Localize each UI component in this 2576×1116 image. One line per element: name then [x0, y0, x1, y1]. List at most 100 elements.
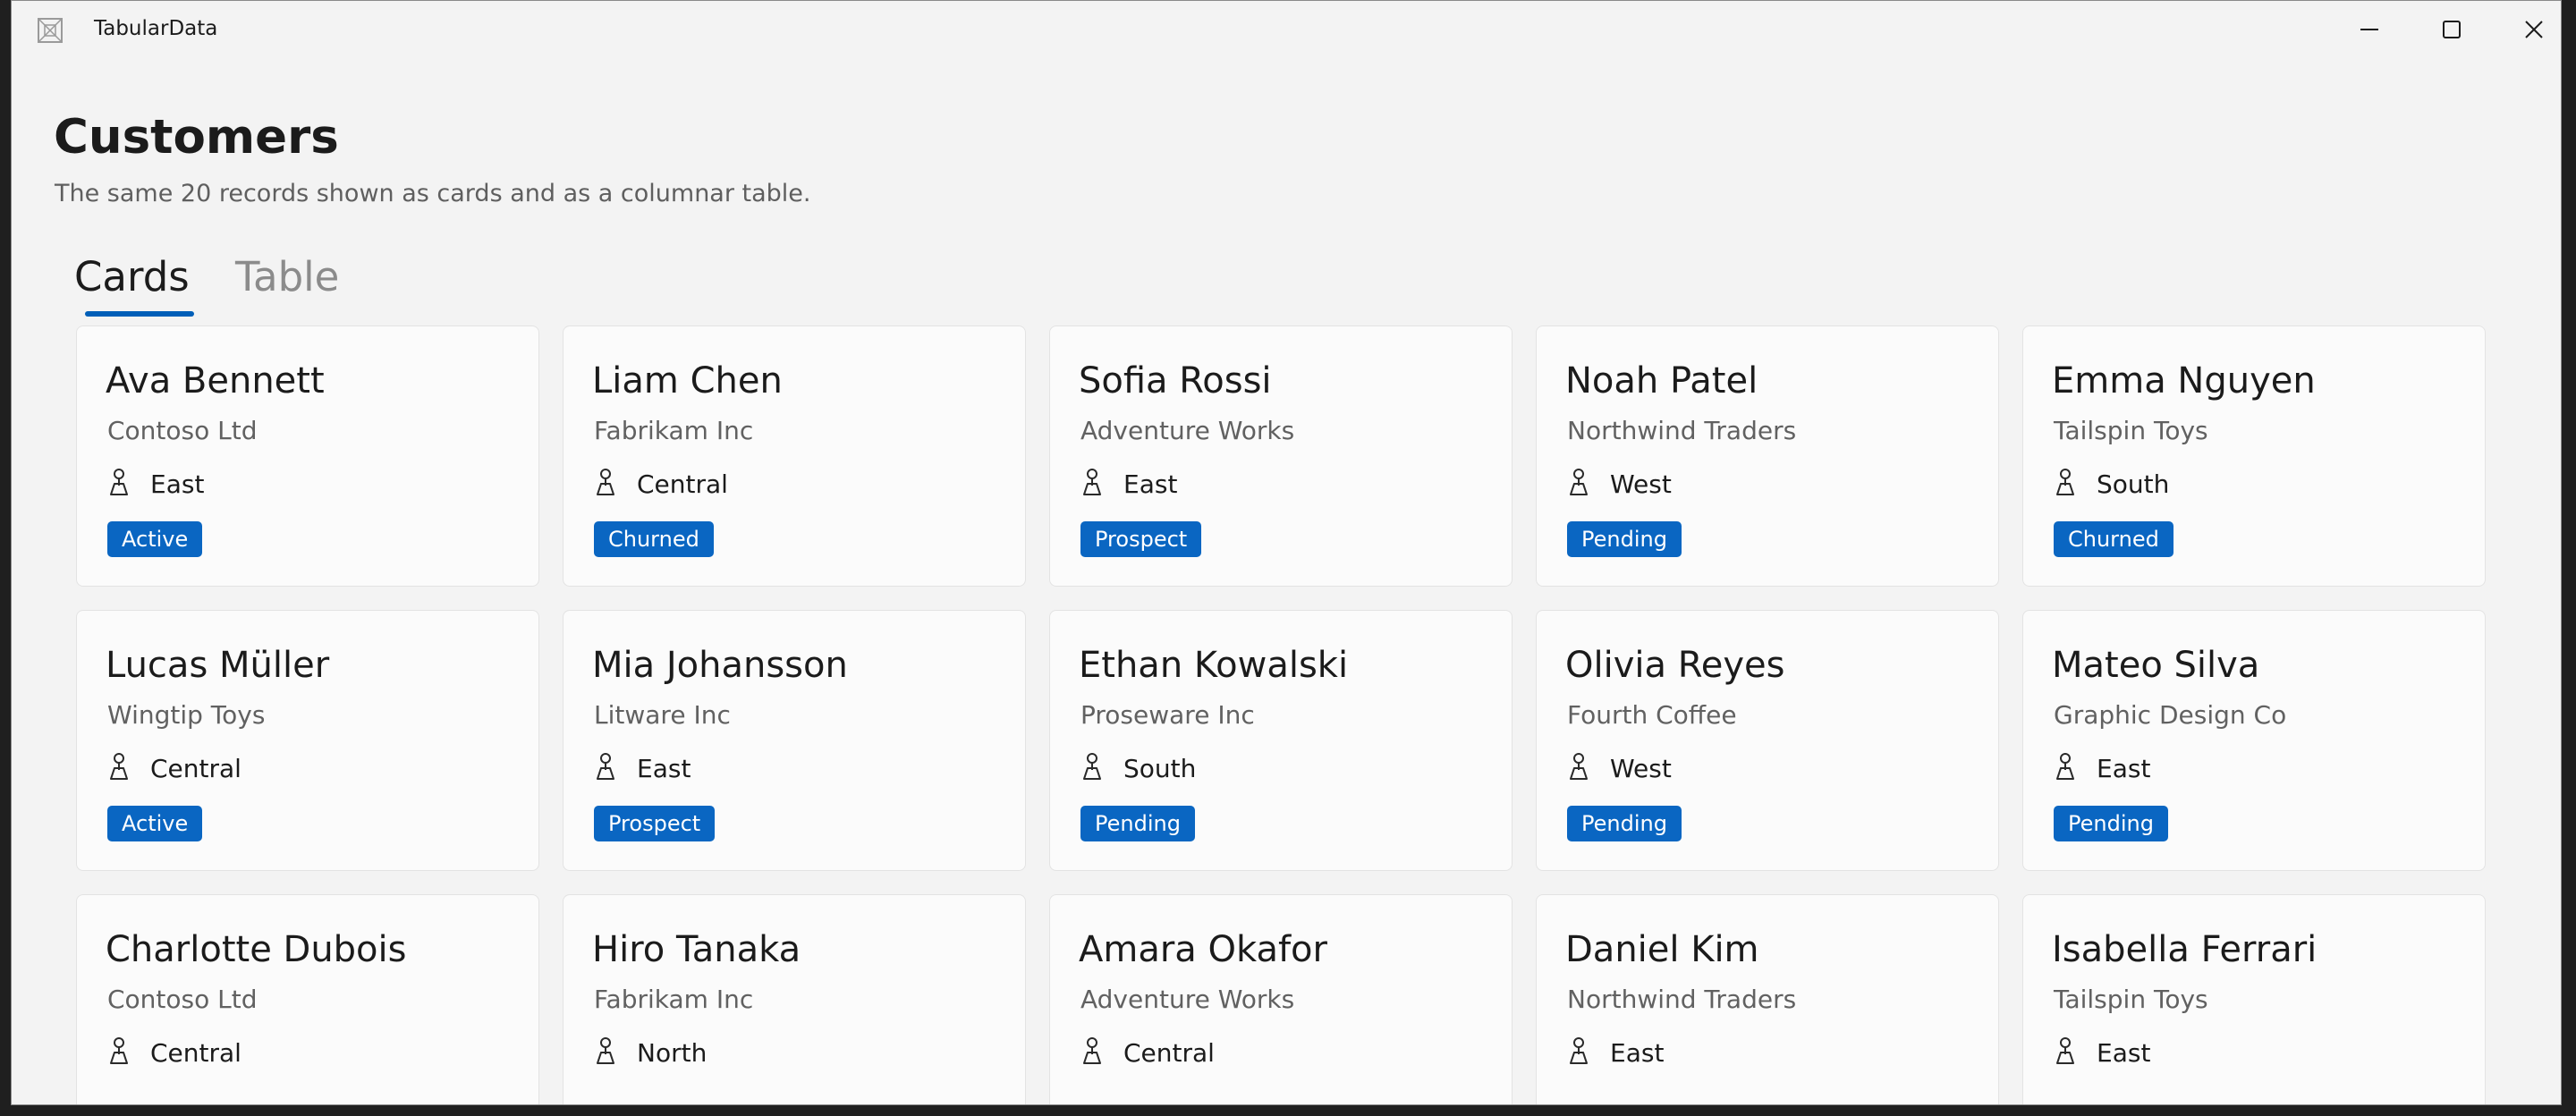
customer-card[interactable]: Olivia Reyes Fourth Coffee West Pending [1536, 610, 1999, 871]
customer-company: Contoso Ltd [107, 416, 258, 445]
person-pin-icon [592, 468, 619, 496]
customer-name: Charlotte Dubois [106, 929, 407, 970]
status-badge: Churned [594, 521, 714, 557]
person-pin-icon [2052, 1036, 2079, 1065]
customer-card[interactable]: Lucas Müller Wingtip Toys Central Active [76, 610, 539, 871]
customer-company: Adventure Works [1080, 416, 1295, 445]
person-pin-icon [2052, 752, 2079, 781]
customer-name: Daniel Kim [1565, 929, 1759, 970]
title-bar[interactable]: TabularData [12, 1, 2561, 58]
status-badge: Active [107, 521, 203, 557]
customer-company: Graphic Design Co [2054, 700, 2287, 730]
app-window: TabularData Customers The same 20 record… [11, 0, 2562, 1105]
customer-region: Central [150, 1038, 242, 1068]
page-content: Customers The same 20 records shown as c… [12, 58, 2561, 1104]
customer-card[interactable]: Hiro Tanaka Fabrikam Inc North [563, 894, 1026, 1104]
customer-region: West [1610, 754, 1672, 783]
tab-cards[interactable]: Cards [74, 253, 190, 300]
tab-table[interactable]: Table [235, 253, 339, 300]
customer-region: West [1610, 469, 1672, 499]
customer-company: Fabrikam Inc [594, 985, 754, 1014]
customer-company: Tailspin Toys [2054, 416, 2208, 445]
customer-region: Central [637, 469, 728, 499]
customer-region: East [150, 469, 205, 499]
customer-company: Adventure Works [1080, 985, 1295, 1014]
person-pin-icon [1079, 468, 1106, 496]
customer-name: Olivia Reyes [1565, 645, 1785, 686]
person-pin-icon [592, 1036, 619, 1065]
customer-company: Proseware Inc [1080, 700, 1255, 730]
customer-card[interactable]: Charlotte Dubois Contoso Ltd Central [76, 894, 539, 1104]
selected-tab-indicator [85, 311, 194, 317]
customer-name: Ava Bennett [106, 360, 325, 402]
person-pin-icon [1079, 1036, 1106, 1065]
customer-card[interactable]: Sofia Rossi Adventure Works East Prospect [1049, 326, 1513, 587]
customer-company: Fourth Coffee [1567, 700, 1737, 730]
person-pin-icon [1565, 1036, 1592, 1065]
person-pin-icon [1565, 468, 1592, 496]
customer-card[interactable]: Mia Johansson Litware Inc East Prospect [563, 610, 1026, 871]
customer-name: Emma Nguyen [2052, 360, 2316, 402]
customer-region: East [2097, 754, 2151, 783]
customer-region: East [637, 754, 691, 783]
maximize-button[interactable] [2411, 1, 2493, 58]
status-badge: Pending [1080, 806, 1195, 841]
customer-name: Sofia Rossi [1079, 360, 1272, 402]
customer-name: Mia Johansson [592, 645, 848, 686]
app-icon [37, 17, 64, 44]
person-pin-icon [2052, 468, 2079, 496]
cards-grid: Ava Bennett Contoso Ltd East Active Liam Che… [76, 326, 2487, 1104]
person-pin-icon [1565, 752, 1592, 781]
customer-company: Contoso Ltd [107, 985, 258, 1014]
customer-name: Isabella Ferrari [2052, 929, 2318, 970]
customer-name: Ethan Kowalski [1079, 645, 1349, 686]
person-pin-icon [106, 468, 132, 496]
status-badge: Prospect [594, 806, 716, 841]
customer-region: East [1610, 1038, 1665, 1068]
page-subtitle: The same 20 records shown as cards and a… [55, 180, 811, 207]
customer-company: Northwind Traders [1567, 416, 1797, 445]
close-button[interactable] [2493, 1, 2561, 58]
customer-name: Mateo Silva [2052, 645, 2260, 686]
customer-card[interactable]: Liam Chen Fabrikam Inc Central Churned [563, 326, 1026, 587]
close-icon [2525, 21, 2543, 38]
status-badge: Pending [1567, 521, 1682, 557]
maximize-icon [2443, 21, 2461, 38]
person-pin-icon [106, 752, 132, 781]
customer-card[interactable]: Daniel Kim Northwind Traders East [1536, 894, 1999, 1104]
customer-card[interactable]: Ava Bennett Contoso Ltd East Active [76, 326, 539, 587]
customer-card[interactable]: Isabella Ferrari Tailspin Toys East [2022, 894, 2486, 1104]
customer-name: Lucas Müller [106, 645, 330, 686]
customer-name: Hiro Tanaka [592, 929, 801, 970]
customer-company: Tailspin Toys [2054, 985, 2208, 1014]
person-pin-icon [592, 752, 619, 781]
person-pin-icon [1079, 752, 1106, 781]
customer-card[interactable]: Mateo Silva Graphic Design Co East Pending [2022, 610, 2486, 871]
page-title: Customers [54, 110, 339, 165]
customer-region: Central [1123, 1038, 1215, 1068]
customer-card[interactable]: Noah Patel Northwind Traders West Pending [1536, 326, 1999, 587]
person-pin-icon [106, 1036, 132, 1065]
customer-region: North [637, 1038, 708, 1068]
customer-company: Wingtip Toys [107, 700, 266, 730]
customer-region: South [2097, 469, 2170, 499]
status-badge: Churned [2054, 521, 2174, 557]
minimize-icon [2360, 29, 2378, 30]
customer-region: Central [150, 754, 242, 783]
customer-region: East [2097, 1038, 2151, 1068]
customer-card[interactable]: Ethan Kowalski Proseware Inc South Pending [1049, 610, 1513, 871]
customer-name: Amara Okafor [1079, 929, 1327, 970]
customer-name: Noah Patel [1565, 360, 1758, 402]
customer-region: East [1123, 469, 1178, 499]
status-badge: Active [107, 806, 203, 841]
status-badge: Prospect [1080, 521, 1202, 557]
customer-region: South [1123, 754, 1197, 783]
customer-card[interactable]: Amara Okafor Adventure Works Central [1049, 894, 1513, 1104]
customer-name: Liam Chen [592, 360, 783, 402]
status-badge: Pending [1567, 806, 1682, 841]
customer-company: Litware Inc [594, 700, 731, 730]
window-title: TabularData [94, 17, 218, 40]
status-badge: Pending [2054, 806, 2168, 841]
customer-card[interactable]: Emma Nguyen Tailspin Toys South Churned [2022, 326, 2486, 587]
minimize-button[interactable] [2328, 1, 2411, 58]
